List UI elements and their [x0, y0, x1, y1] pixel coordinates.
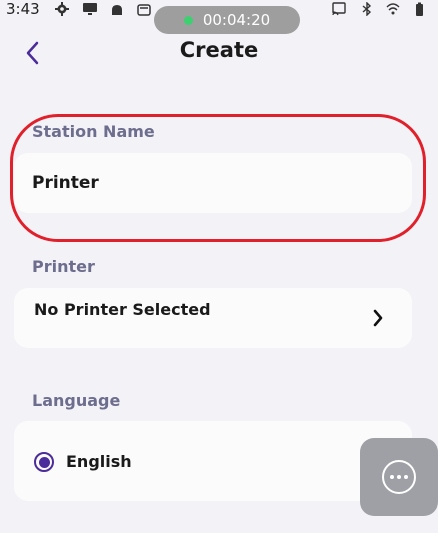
language-radio-english[interactable] [34, 452, 54, 472]
wifi-icon [386, 3, 400, 15]
printer-label: Printer [32, 257, 95, 276]
android-icon [112, 5, 122, 15]
highlight-annotation [10, 114, 426, 242]
store-icon [137, 4, 151, 16]
battery-icon [416, 2, 423, 16]
language-option-english[interactable]: English [66, 452, 132, 471]
floating-more-button[interactable] [360, 438, 438, 516]
recording-dot [183, 15, 193, 25]
gear-icon [55, 2, 69, 16]
recording-pill: 00:04:20 [154, 6, 300, 34]
language-label: Language [32, 391, 121, 410]
recording-timer: 00:04:20 [202, 11, 271, 29]
more-dots-icon [382, 460, 416, 494]
monitor-icon [83, 3, 97, 15]
bluetooth-icon [362, 2, 372, 16]
cast-icon [332, 2, 346, 16]
chevron-right-icon [373, 309, 383, 327]
status-time: 3:43 [6, 0, 40, 18]
printer-value: No Printer Selected [34, 300, 211, 319]
radio-selected-dot [38, 456, 50, 468]
printer-selector[interactable]: No Printer Selected [14, 288, 412, 348]
page-title: Create [179, 38, 259, 62]
